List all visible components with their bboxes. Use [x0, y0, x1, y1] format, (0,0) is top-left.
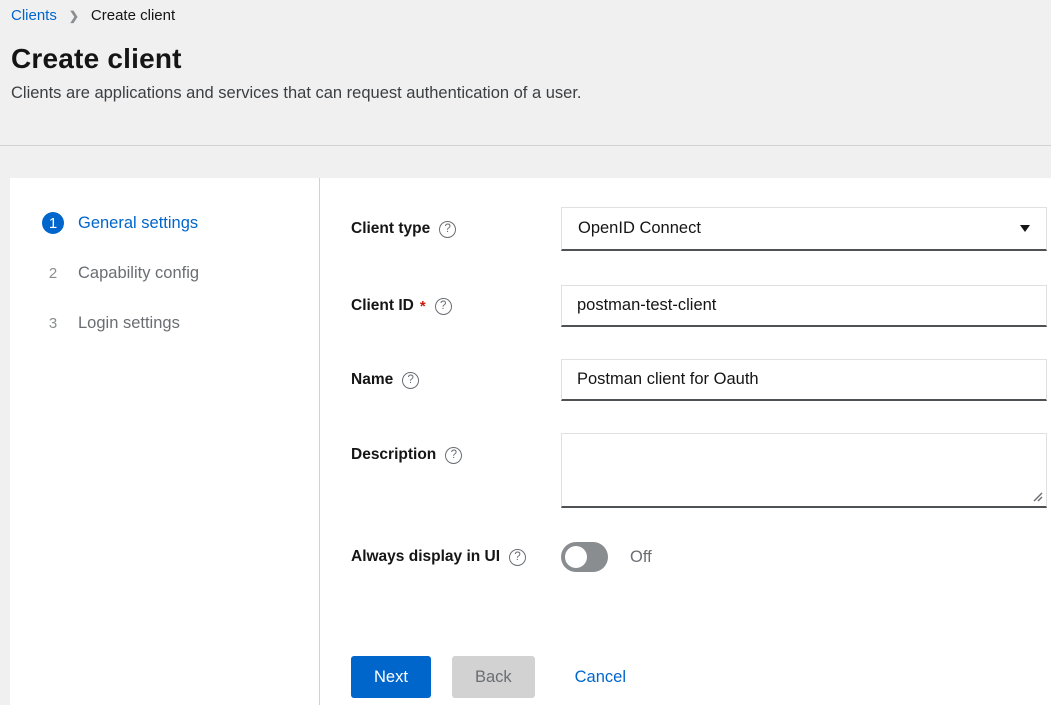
client-id-label: Client ID * ?: [351, 297, 561, 315]
client-id-row: Client ID * ?: [351, 285, 1047, 327]
wizard-footer: Next Back Cancel: [351, 656, 1047, 698]
step-label: General settings: [78, 214, 198, 233]
description-label-text: Description: [351, 446, 436, 464]
client-type-row: Client type ? OpenID Connect: [351, 207, 1047, 251]
help-icon[interactable]: ?: [435, 298, 452, 315]
cancel-button[interactable]: Cancel: [575, 668, 626, 687]
wizard-step-general-settings[interactable]: 1 General settings: [42, 212, 319, 234]
create-client-wizard-card: 1 General settings 2 Capability config 3…: [10, 178, 1051, 705]
step-label: Capability config: [78, 264, 199, 283]
name-row: Name ?: [351, 359, 1047, 401]
help-icon[interactable]: ?: [509, 549, 526, 566]
client-id-label-text: Client ID: [351, 297, 414, 315]
client-type-select[interactable]: OpenID Connect: [561, 207, 1047, 251]
general-settings-form: Client type ? OpenID Connect Client ID *…: [320, 178, 1051, 705]
help-icon[interactable]: ?: [445, 447, 462, 464]
wizard-step-capability-config[interactable]: 2 Capability config: [42, 262, 319, 284]
resize-grip-icon[interactable]: [1032, 491, 1043, 502]
always-display-label: Always display in UI ?: [351, 548, 561, 566]
toggle-knob: [565, 546, 587, 568]
step-number-badge: 1: [42, 212, 64, 234]
required-asterisk: *: [420, 298, 426, 315]
breadcrumb: Clients ❯ Create client: [11, 7, 1035, 24]
breadcrumb-separator-icon: ❯: [69, 9, 79, 23]
back-button[interactable]: Back: [452, 656, 535, 698]
wizard-steps-nav: 1 General settings 2 Capability config 3…: [10, 178, 320, 705]
always-display-row: Always display in UI ? Off: [351, 542, 1047, 572]
always-display-label-text: Always display in UI: [351, 548, 500, 566]
step-number-badge: 2: [42, 262, 64, 284]
step-label: Login settings: [78, 314, 180, 333]
wizard-step-login-settings[interactable]: 3 Login settings: [42, 312, 319, 334]
next-button[interactable]: Next: [351, 656, 431, 698]
help-icon[interactable]: ?: [439, 221, 456, 238]
name-input[interactable]: [561, 359, 1047, 401]
page-subtitle: Clients are applications and services th…: [11, 84, 1035, 103]
description-label: Description ?: [351, 433, 561, 464]
toggle-state-text: Off: [630, 548, 652, 567]
chevron-down-icon: [1020, 225, 1030, 232]
client-type-label: Client type ?: [351, 220, 561, 238]
client-type-label-text: Client type: [351, 220, 430, 238]
description-textarea[interactable]: [561, 433, 1047, 508]
step-number-badge: 3: [42, 312, 64, 334]
help-icon[interactable]: ?: [402, 372, 419, 389]
breadcrumb-link-clients[interactable]: Clients: [11, 7, 57, 24]
page-header: Clients ❯ Create client Create client Cl…: [0, 0, 1051, 146]
always-display-toggle[interactable]: [561, 542, 608, 572]
page-title: Create client: [11, 43, 1035, 75]
description-row: Description ?: [351, 433, 1047, 508]
client-id-input[interactable]: [561, 285, 1047, 327]
name-label: Name ?: [351, 371, 561, 389]
client-type-selected-value: OpenID Connect: [578, 219, 701, 238]
page-body: 1 General settings 2 Capability config 3…: [0, 146, 1051, 705]
name-label-text: Name: [351, 371, 393, 389]
breadcrumb-current: Create client: [91, 7, 175, 24]
